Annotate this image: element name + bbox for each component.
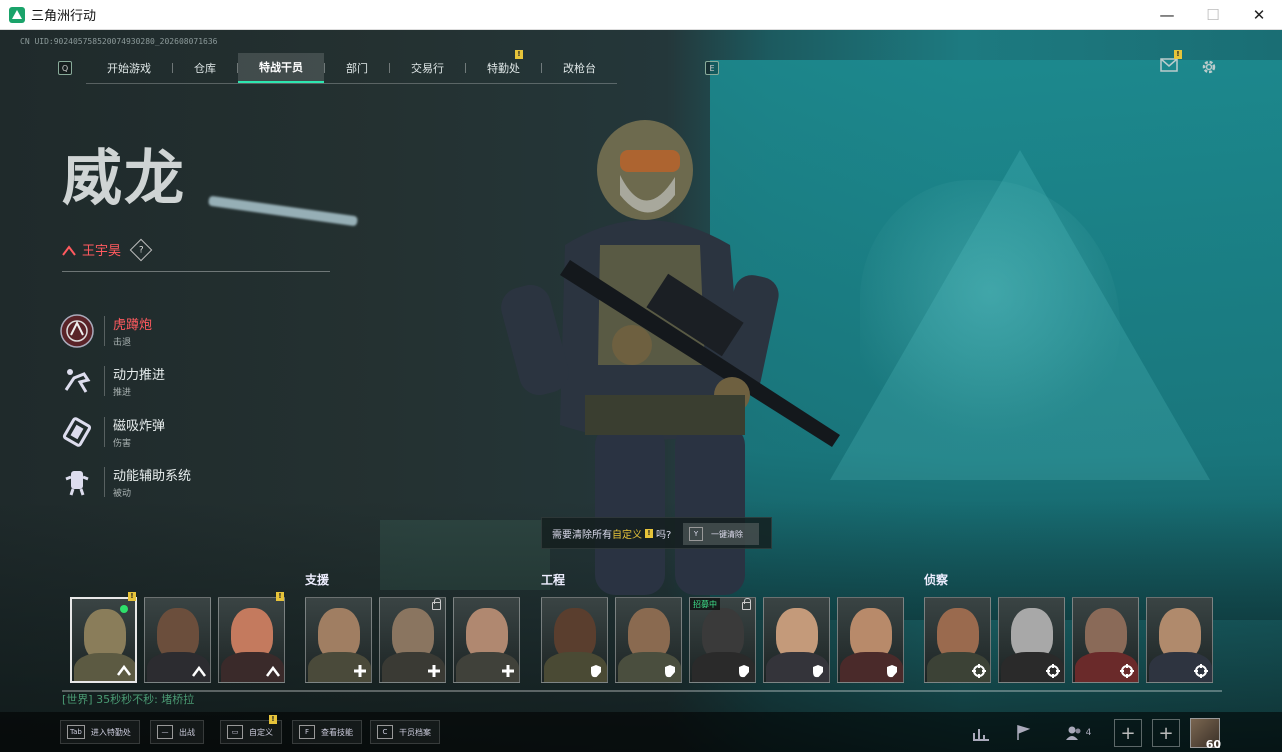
tab-special-ops[interactable]: 特勤处! (466, 49, 541, 83)
nav-prev-key[interactable]: Q (58, 61, 72, 75)
recon-crosshair-icon (1119, 663, 1135, 679)
exoskeleton-icon (58, 463, 96, 501)
operator-card-assault-2[interactable] (144, 597, 211, 683)
operator-card-assault-3[interactable] (218, 597, 285, 683)
operator-card-engineer-4[interactable] (763, 597, 830, 683)
hint-operator-profile[interactable]: C 干员档案 (370, 720, 440, 744)
equipped-dot (120, 605, 128, 613)
operator-card-engineer-5[interactable] (837, 597, 904, 683)
player-level: 60 (1205, 738, 1221, 751)
tab-operators[interactable]: 特战干员 (238, 52, 324, 83)
operator-card-engineer-2[interactable] (615, 597, 682, 683)
operator-alert-badge: ! (276, 592, 284, 601)
engineer-shield-icon (662, 663, 678, 679)
avatar: 60 (1190, 718, 1221, 751)
tab-warehouse[interactable]: 仓库 (173, 53, 237, 83)
assault-role-icon (116, 662, 132, 678)
maximize-button[interactable]: ☐ (1190, 0, 1236, 30)
ceiling-light (208, 195, 358, 227)
plus-icon: + (1152, 719, 1180, 747)
operator-player-name: 王宇昊 ? (62, 238, 153, 261)
tab-gunsmith[interactable]: 改枪台 (542, 53, 617, 83)
lock-icon (742, 598, 751, 610)
operator-card-recon-2[interactable] (998, 597, 1065, 683)
assault-role-icon (191, 663, 207, 679)
operator-card-support-1[interactable] (305, 597, 372, 683)
mail-button[interactable]: ! (1160, 50, 1182, 76)
tab-departments[interactable]: 部门 (325, 53, 389, 83)
engineer-shield-icon (810, 663, 826, 679)
engineer-shield-icon (736, 663, 752, 679)
clear-all-button[interactable]: Y 一键清除 (683, 523, 759, 545)
skill-power-dash[interactable]: 动力推进 推进 (58, 362, 165, 400)
support-role-icon (426, 663, 442, 679)
operator-card-support-3[interactable] (453, 597, 520, 683)
support-role-icon (352, 663, 368, 679)
operator-card-weilong[interactable] (70, 597, 137, 683)
nav-next-key[interactable]: E (705, 61, 719, 75)
operator-name: 威龙 (62, 144, 186, 214)
gear-icon[interactable] (1200, 58, 1218, 76)
close-button[interactable]: ✕ (1236, 0, 1282, 30)
operator-card-engineer-1[interactable] (541, 597, 608, 683)
tab-start-game[interactable]: 开始游戏 (86, 53, 172, 83)
roster-divider (62, 690, 1222, 692)
recon-crosshair-icon (971, 663, 987, 679)
hint-view-skills[interactable]: F 查看技能 (292, 720, 362, 744)
engineer-shield-icon (588, 663, 604, 679)
artillery-icon (58, 312, 96, 350)
invite-slot-2[interactable]: + (1152, 716, 1180, 750)
skill-kinetic-assist[interactable]: 动能辅助系统 被动 (58, 463, 191, 501)
rank-chevron-icon (62, 244, 76, 256)
operator-alert-badge: ! (128, 592, 136, 601)
mail-icon (1160, 58, 1178, 72)
skill-magnetic-bomb[interactable]: 磁吸炸弹 伤害 (58, 413, 165, 451)
invite-slot-1[interactable]: + (1114, 716, 1142, 750)
plus-icon: + (1114, 719, 1142, 747)
stats-button[interactable] (966, 716, 996, 750)
player-avatar[interactable]: 60 (1190, 716, 1221, 751)
app-logo-icon (9, 6, 25, 23)
flag-icon (1017, 725, 1031, 740)
squad-button[interactable]: 4 (1058, 716, 1098, 750)
operator-card-support-2[interactable] (379, 597, 446, 683)
lock-icon (432, 598, 441, 610)
recon-crosshair-icon (1045, 663, 1061, 679)
hint-customize[interactable]: ▭ 自定义! (220, 715, 282, 744)
world-chat-message[interactable]: [世界] 35秒秒不秒: 堵桥拉 (62, 691, 194, 707)
user-uid: CN UID:902405758520074930280_20260807163… (20, 37, 218, 46)
engineer-shield-icon (884, 663, 900, 679)
support-role-icon (500, 663, 516, 679)
operator-card-recon-4[interactable] (1146, 597, 1213, 683)
hint-enter-special-ops[interactable]: Tab 进入特勤处 (60, 720, 140, 744)
alert-badge: ! (515, 49, 523, 59)
minimize-button[interactable]: — (1144, 0, 1190, 30)
mail-alert-badge: ! (1174, 50, 1182, 59)
hint-deploy[interactable]: — 出战 (150, 720, 204, 744)
category-recon: 侦察 (924, 573, 949, 587)
help-button[interactable]: ? (129, 238, 153, 261)
assault-role-icon (265, 663, 281, 679)
name-divider (62, 271, 330, 272)
bar-chart-icon (973, 729, 989, 741)
operator-card-engineer-recruiting[interactable]: 招募中 (689, 597, 756, 683)
operator-card-recon-1[interactable] (924, 597, 991, 683)
flag-button[interactable] (1008, 716, 1038, 750)
window-titlebar: 三角洲行动 — ☐ ✕ (0, 0, 1282, 30)
category-engineer: 工程 (541, 573, 566, 587)
squad-icon (1065, 726, 1081, 740)
skill-tiger-mortar[interactable]: 虎蹲炮 击退 (58, 312, 152, 350)
recon-crosshair-icon (1193, 663, 1209, 679)
top-nav: 开始游戏 仓库 特战干员 部门 交易行 特勤处! 改枪台 (86, 49, 617, 84)
window-title: 三角洲行动 (31, 9, 97, 24)
dash-icon (58, 362, 96, 400)
clear-custom-prompt: 需要清除所有 自定义! 吗? Y 一键清除 (541, 517, 772, 549)
operator-card-recon-3[interactable] (1072, 597, 1139, 683)
magnetic-bomb-icon (58, 413, 96, 451)
tab-trading[interactable]: 交易行 (390, 53, 465, 83)
recruiting-label: 招募中 (690, 598, 720, 610)
category-support: 支援 (305, 573, 330, 587)
game-scene: CN UID:902405758520074930280_20260807163… (0, 30, 1282, 752)
